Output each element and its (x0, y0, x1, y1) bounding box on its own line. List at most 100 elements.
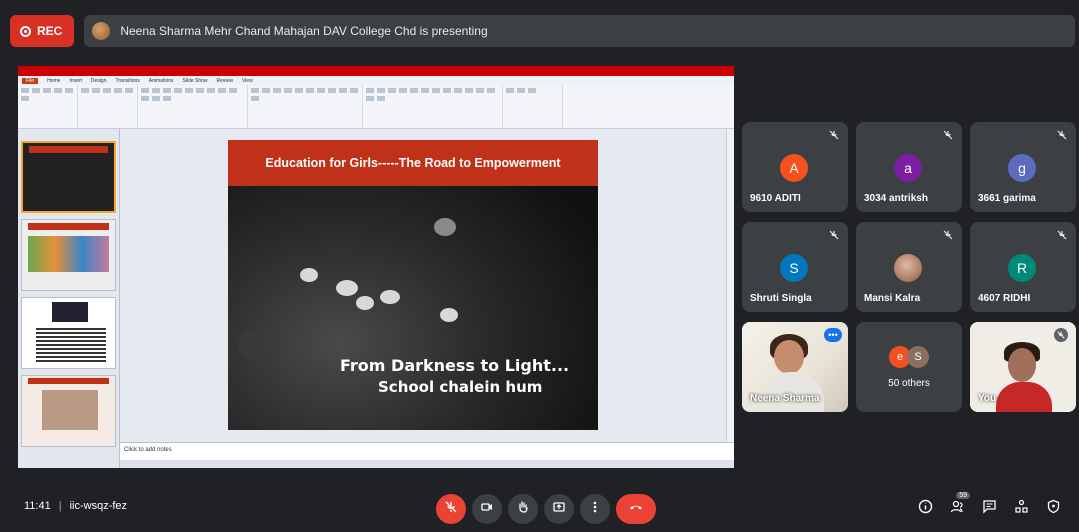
others-tile[interactable]: e S 50 others (856, 322, 962, 412)
ppt-tab-transitions: Transitions (115, 77, 140, 84)
camera-icon (480, 500, 494, 519)
slide-thumbnails (18, 129, 120, 468)
participant-tile[interactable]: A 9610 ADITI (742, 122, 848, 212)
ppt-tab-home: Home (47, 77, 61, 84)
participant-name: Mansi Kalra (864, 293, 921, 304)
ppt-ribbon (18, 85, 734, 129)
hand-icon (516, 500, 530, 519)
ppt-tab-review: Review (216, 77, 233, 84)
participant-avatar: a (894, 154, 922, 182)
people-icon (950, 499, 965, 519)
participant-name: 3034 antriksh (864, 193, 928, 204)
participant-count-badge: 59 (956, 492, 970, 499)
participant-tile[interactable]: a 3034 antriksh (856, 122, 962, 212)
mic-off-icon (828, 228, 840, 240)
hangup-icon (629, 500, 643, 519)
host-controls-button[interactable] (1042, 498, 1064, 520)
activities-button[interactable] (1010, 498, 1032, 520)
presenting-text: Neena Sharma Mehr Chand Mahajan DAV Coll… (120, 24, 488, 38)
ppt-tab-design: Design (90, 77, 107, 84)
slide-scrollbar (726, 129, 734, 442)
thumbnail-tabs (21, 131, 116, 138)
mic-off-icon (828, 128, 840, 140)
ppt-tab-slideshow: Slide Show (182, 77, 208, 84)
slide-figure (380, 290, 400, 304)
participant-tile[interactable]: Mansi Kalra (856, 222, 962, 312)
participant-name: 9610 ADITI (750, 193, 801, 204)
ppt-ribbon-tabs: File Home Insert Design Transitions Anim… (18, 76, 734, 85)
chat-button[interactable] (978, 498, 1000, 520)
chat-icon (982, 499, 997, 519)
ppt-workspace: Education for Girls-----The Road to Empo… (18, 129, 734, 468)
raise-hand-button[interactable] (508, 494, 538, 524)
mic-off-icon (942, 128, 954, 140)
mic-off-icon (1056, 128, 1068, 140)
shield-icon (1046, 499, 1061, 519)
current-slide: Education for Girls-----The Road to Empo… (228, 140, 598, 430)
slide-figure (300, 268, 318, 282)
participant-avatar: g (1008, 154, 1036, 182)
mic-off-icon (1054, 328, 1068, 342)
ppt-tab-animations: Animations (148, 77, 174, 84)
record-icon (20, 25, 31, 37)
presenter-avatar (92, 22, 111, 40)
slide-figure (434, 218, 456, 236)
self-video-tile[interactable]: You (970, 322, 1076, 412)
meeting-code: iic-wsqz-fez (69, 500, 128, 512)
slide-figure (440, 308, 458, 322)
presenter-video-tile[interactable]: ••• Neena Sharma (742, 322, 848, 412)
more-options-icon[interactable]: ••• (824, 328, 842, 342)
slide-editor: Education for Girls-----The Road to Empo… (120, 129, 734, 468)
slide-figure (336, 280, 358, 296)
slide-text-line1: From Darkness to Light... (340, 356, 570, 375)
presenter-face (774, 340, 804, 374)
notes-pane: Click to add notes (120, 442, 734, 460)
separator: | (58, 500, 62, 512)
present-screen-button[interactable] (544, 494, 574, 524)
ribbon-group-font (138, 85, 248, 128)
slide-text-line2: School chalein hum (378, 378, 543, 396)
participant-tile[interactable]: g 3661 garima (970, 122, 1076, 212)
participant-name: 4607 RIDHI (978, 293, 1031, 304)
ppt-tab-view: View (241, 77, 253, 84)
leave-call-button[interactable] (616, 494, 656, 524)
participant-name: Neena Sharma (750, 393, 820, 404)
slide-figure (238, 330, 268, 360)
ppt-status-bar (120, 460, 734, 468)
meeting-info: 11:41 | iic-wsqz-fez (24, 500, 127, 512)
people-button[interactable]: 59 (946, 492, 970, 520)
meeting-details-button[interactable] (914, 498, 936, 520)
self-label: You (978, 393, 997, 404)
info-icon (918, 499, 933, 519)
participant-tile[interactable]: S Shruti Singla (742, 222, 848, 312)
shared-screen: File Home Insert Design Transitions Anim… (18, 66, 734, 468)
slide-title: Education for Girls-----The Road to Empo… (228, 140, 598, 186)
recording-label: REC (37, 24, 63, 38)
participant-name: 3661 garima (978, 193, 1036, 204)
bottom-bar: 11:41 | iic-wsqz-fez 59 (0, 482, 1079, 532)
others-count-label: 50 others (888, 378, 930, 389)
self-face (1008, 348, 1036, 382)
mic-off-icon (942, 228, 954, 240)
mic-off-icon (1056, 228, 1068, 240)
present-icon (552, 500, 566, 519)
clock-time: 11:41 (24, 500, 51, 512)
ribbon-group-paragraph (248, 85, 363, 128)
slide-thumbnail-3 (21, 297, 116, 369)
activities-icon (1014, 499, 1029, 519)
participant-avatar: S (780, 254, 808, 282)
participant-name: Shruti Singla (750, 293, 812, 304)
more-options-button[interactable] (580, 494, 610, 524)
slide-figure (356, 296, 374, 310)
participant-avatar: A (780, 154, 808, 182)
mic-toggle-button[interactable] (436, 494, 466, 524)
participant-photo-avatar (894, 254, 922, 282)
camera-toggle-button[interactable] (472, 494, 502, 524)
others-avatars: e S (889, 346, 929, 368)
participant-tile[interactable]: R 4607 RIDHI (970, 222, 1076, 312)
recording-button[interactable]: REC (10, 15, 75, 47)
mic-off-icon (444, 500, 458, 519)
others-avatar: S (907, 346, 929, 368)
more-vert-icon (588, 500, 602, 519)
presenting-banner: Neena Sharma Mehr Chand Mahajan DAV Coll… (84, 15, 1075, 47)
